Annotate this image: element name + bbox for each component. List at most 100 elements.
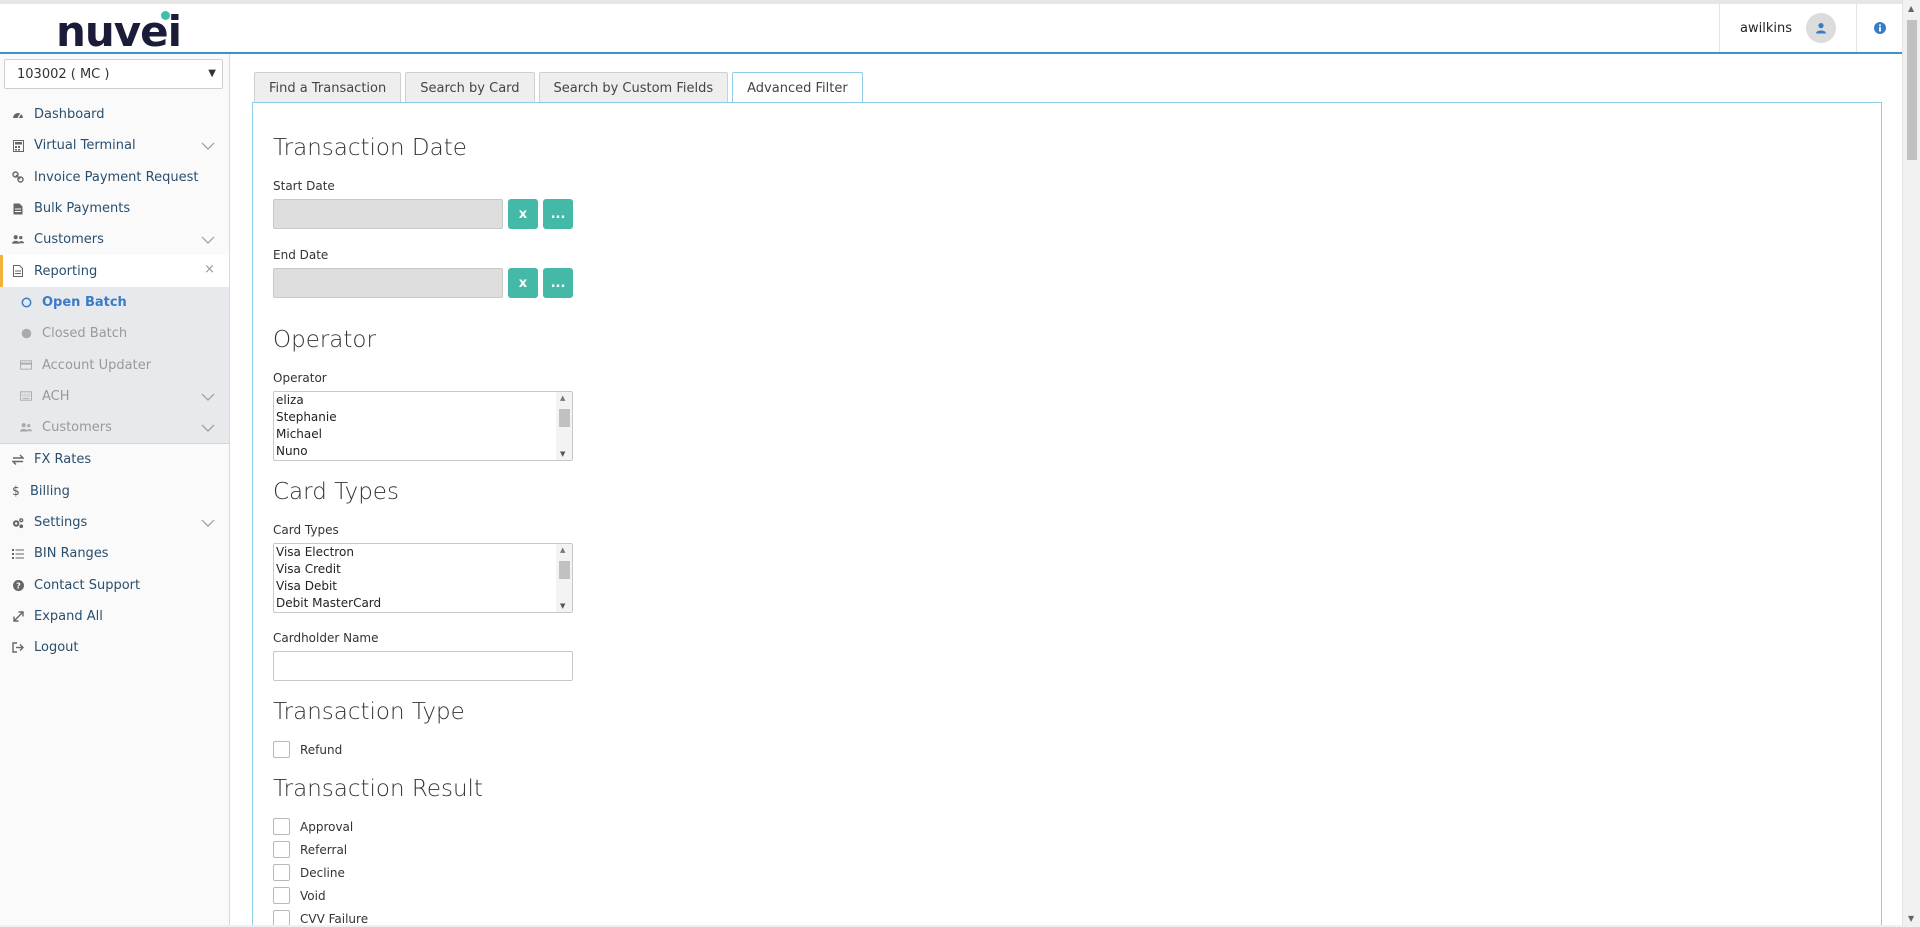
file-icon xyxy=(12,203,24,215)
transaction-date-heading: Transaction Date xyxy=(273,135,467,161)
report-icon xyxy=(12,265,24,278)
operator-option[interactable]: Stephanie xyxy=(274,409,572,426)
tab-search-by-card[interactable]: Search by Card xyxy=(405,72,535,103)
sidebar-item-label: Customers xyxy=(34,232,104,248)
exchange-icon xyxy=(12,454,24,466)
sidebar-subitem-ach[interactable]: ACH xyxy=(0,381,229,412)
chevron-down-icon[interactable] xyxy=(201,233,215,248)
checkbox[interactable] xyxy=(273,887,290,904)
cardholder-name-input[interactable] xyxy=(273,651,573,681)
sidebar-item-label: Customers xyxy=(42,420,112,436)
scroll-up-icon[interactable]: ▲ xyxy=(560,546,565,554)
sidebar-item-customers[interactable]: Customers xyxy=(0,224,229,255)
sidebar-item-contact-support[interactable]: ? Contact Support xyxy=(0,569,229,600)
checkbox[interactable] xyxy=(273,741,290,758)
card-type-option[interactable]: Visa Electron xyxy=(274,544,572,561)
tab-find-a-transaction[interactable]: Find a Transaction xyxy=(254,72,402,103)
top-bar: nuvei awilkins xyxy=(0,0,1902,54)
close-icon[interactable]: × xyxy=(204,262,215,277)
end-date-clear-button[interactable]: x xyxy=(508,268,538,298)
checkbox[interactable] xyxy=(273,841,290,858)
start-date-clear-button[interactable]: x xyxy=(508,199,538,229)
end-date-input[interactable] xyxy=(273,268,503,298)
reporting-submenu: Open Batch Closed Batch Account Updater … xyxy=(0,286,229,445)
sidebar-subitem-open-batch[interactable]: Open Batch xyxy=(0,287,229,318)
sidebar-subitem-account-updater[interactable]: Account Updater xyxy=(0,349,229,380)
listbox-scrollbar[interactable]: ▲ ▼ xyxy=(556,544,572,612)
sidebar-item-dashboard[interactable]: Dashboard xyxy=(0,99,229,130)
sidebar-item-reporting[interactable]: Reporting × xyxy=(0,255,229,287)
chevron-down-icon[interactable] xyxy=(201,516,215,531)
sidebar-item-settings[interactable]: Settings xyxy=(0,507,229,538)
page-scrollbar[interactable]: ▲ ▼ xyxy=(1902,0,1920,927)
nuvei-logo[interactable]: nuvei xyxy=(56,8,182,54)
checkbox[interactable] xyxy=(273,864,290,881)
scrollbar-thumb[interactable] xyxy=(559,561,570,579)
start-date-input[interactable] xyxy=(273,199,503,229)
card-types-label: Card Types xyxy=(273,523,339,537)
start-date-picker-button[interactable]: ... xyxy=(543,199,573,229)
sidebar-subitem-closed-batch[interactable]: Closed Batch xyxy=(0,318,229,349)
info-button[interactable] xyxy=(1856,4,1902,52)
sidebar-item-bin-ranges[interactable]: BIN Ranges xyxy=(0,538,229,569)
logo-dot xyxy=(161,11,170,20)
scrollbar-thumb[interactable] xyxy=(1907,20,1917,160)
scroll-down-icon[interactable]: ▼ xyxy=(560,602,565,610)
operator-label: Operator xyxy=(273,371,327,385)
card-type-option[interactable]: Visa Debit xyxy=(274,578,572,595)
checkbox[interactable] xyxy=(273,818,290,835)
operator-option[interactable]: Michael xyxy=(274,426,572,443)
scrollbar-thumb[interactable] xyxy=(559,409,570,427)
checkbox-referral[interactable]: Referral xyxy=(273,841,347,858)
listbox-scrollbar[interactable]: ▲ ▼ xyxy=(556,392,572,460)
info-icon xyxy=(1873,19,1886,38)
scroll-up-icon[interactable]: ▲ xyxy=(1908,4,1914,13)
scroll-down-icon[interactable]: ▼ xyxy=(560,450,565,458)
scroll-up-icon[interactable]: ▲ xyxy=(560,394,565,402)
sidebar-item-label: Account Updater xyxy=(42,357,152,373)
users-icon xyxy=(20,422,32,434)
card-types-listbox[interactable]: Visa Electron Visa Credit Visa Debit Deb… xyxy=(273,543,573,613)
card-type-option[interactable]: Debit MasterCard xyxy=(274,595,572,612)
chevron-down-icon[interactable] xyxy=(201,390,215,405)
operator-listbox[interactable]: eliza Stephanie Michael Nuno ▲ ▼ xyxy=(273,391,573,461)
end-date-label: End Date xyxy=(273,248,329,262)
sidebar-item-label: Virtual Terminal xyxy=(34,138,136,154)
logout-icon xyxy=(12,642,24,654)
advanced-filter-panel: Transaction Date Start Date x ... End Da… xyxy=(252,102,1882,927)
sidebar-item-expand-all[interactable]: Expand All xyxy=(0,601,229,632)
checkbox-approval[interactable]: Approval xyxy=(273,818,353,835)
tab-search-by-custom-fields[interactable]: Search by Custom Fields xyxy=(538,72,729,103)
sidebar-item-label: Settings xyxy=(34,515,88,530)
end-date-picker-button[interactable]: ... xyxy=(543,268,573,298)
checkbox-decline[interactable]: Decline xyxy=(273,864,345,881)
transaction-result-heading: Transaction Result xyxy=(273,776,483,802)
tab-advanced-filter[interactable]: Advanced Filter xyxy=(732,72,863,104)
account-select[interactable]: 103002 ( MC ) ▼ xyxy=(4,59,223,89)
calculator-icon xyxy=(12,139,24,152)
sidebar-item-logout[interactable]: Logout xyxy=(0,632,229,663)
cogs-icon xyxy=(12,517,24,529)
chevron-down-icon[interactable] xyxy=(201,139,215,154)
sidebar-subitem-customers[interactable]: Customers xyxy=(0,412,229,443)
sidebar-item-label: Open Batch xyxy=(42,294,127,310)
operator-heading: Operator xyxy=(273,327,376,353)
scroll-down-icon[interactable]: ▼ xyxy=(1908,914,1914,923)
user-icon[interactable] xyxy=(1806,13,1836,43)
card-type-option[interactable]: Visa Credit xyxy=(274,561,572,578)
sidebar-item-label: Bulk Payments xyxy=(34,201,131,217)
user-menu[interactable]: awilkins xyxy=(1719,4,1856,52)
checkbox-void[interactable]: Void xyxy=(273,887,326,904)
sidebar-item-label: ACH xyxy=(42,388,70,404)
sidebar-item-virtual-terminal[interactable]: Virtual Terminal xyxy=(0,130,229,161)
operator-option[interactable]: Nuno xyxy=(274,443,572,460)
sidebar-item-invoice-payment-request[interactable]: Invoice Payment Request xyxy=(0,162,229,193)
sidebar-item-fx-rates[interactable]: FX Rates xyxy=(0,444,229,475)
caret-down-icon: ▼ xyxy=(208,68,216,79)
sidebar-item-billing[interactable]: $ Billing xyxy=(0,476,229,507)
sidebar-item-bulk-payments[interactable]: Bulk Payments xyxy=(0,193,229,224)
operator-option[interactable]: eliza xyxy=(274,392,572,409)
sidebar-item-label: FX Rates xyxy=(34,452,92,468)
chevron-down-icon[interactable] xyxy=(201,421,215,436)
checkbox-refund[interactable]: Refund xyxy=(273,741,342,758)
